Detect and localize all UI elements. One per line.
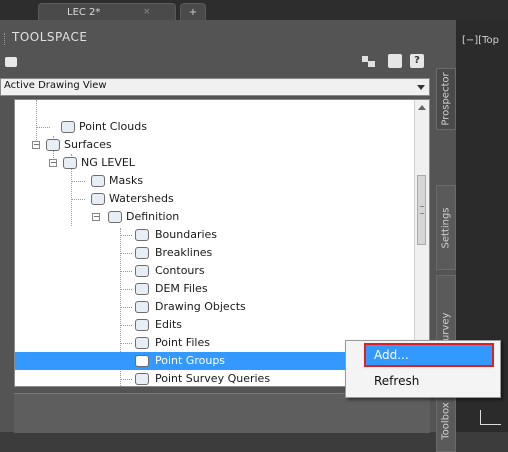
tree-item-dem-files[interactable]: DEM Files (15, 280, 425, 298)
item-view-icon[interactable] (362, 54, 376, 68)
breaklines-icon (135, 247, 149, 259)
tree-item-label: Masks (109, 174, 144, 187)
tree-item-label: Point Files (155, 336, 210, 349)
tree-item-definition[interactable]: − Definition (15, 208, 425, 226)
tree-item-label: Point Survey Queries (155, 372, 271, 385)
point-cloud-icon (61, 121, 75, 133)
tree-item-label: Watersheds (109, 192, 174, 205)
watersheds-icon (91, 193, 105, 205)
drawing-objects-icon (135, 301, 149, 313)
tree-item-surfaces[interactable]: − Surfaces (15, 136, 425, 154)
tab-label: Prospector (440, 72, 452, 126)
document-tab-label: LEC 2* (67, 7, 101, 18)
tree-item-label: Drawing Objects (155, 300, 246, 313)
scrollbar-thumb[interactable] (417, 175, 426, 245)
tree-item-watersheds[interactable]: Watersheds (15, 190, 425, 208)
context-menu: Add... Refresh (345, 340, 501, 398)
surface-icon (63, 157, 77, 169)
view-selector-value: Active Drawing View (4, 80, 107, 91)
chevron-down-icon[interactable] (417, 85, 425, 90)
tab-settings[interactable]: Settings (436, 185, 456, 270)
collapse-icon[interactable]: − (49, 159, 57, 167)
tree-item-ng-level[interactable]: − NG LEVEL (15, 154, 425, 172)
tree-item-label: Point Groups (155, 354, 226, 367)
menu-item-refresh[interactable]: Refresh (366, 371, 492, 391)
tree-item-label: Breaklines (155, 246, 213, 259)
collapse-icon[interactable]: − (32, 141, 40, 149)
tree-item-label: Surfaces (64, 138, 112, 151)
edits-icon (135, 319, 149, 331)
tree-item-label: Contours (155, 264, 205, 277)
boundaries-icon (135, 229, 149, 241)
dem-files-icon (135, 283, 149, 295)
view-selector-dropdown[interactable]: Active Drawing View (0, 78, 430, 96)
document-tab[interactable]: LEC 2* × (38, 3, 176, 20)
ucs-icon (480, 410, 501, 425)
tree-item-label: DEM Files (155, 282, 208, 295)
tree-item-contours[interactable]: Contours (15, 262, 425, 280)
surfaces-icon (46, 139, 60, 151)
tree-item-label: Point Clouds (79, 120, 147, 133)
tree-item-label: NG LEVEL (81, 156, 135, 169)
tab-prospector[interactable]: Prospector (436, 68, 456, 130)
tree-item-breaklines[interactable]: Breaklines (15, 244, 425, 262)
tree-item-point-clouds[interactable]: Point Clouds (15, 118, 425, 136)
menu-item-add[interactable]: Add... (364, 343, 494, 367)
toolspace-title: TOOLSPACE (12, 30, 88, 44)
masks-icon (91, 175, 105, 187)
tree-item-label: Edits (155, 318, 183, 331)
point-groups-icon (135, 355, 149, 367)
definition-icon (108, 211, 122, 223)
scroll-up-icon[interactable] (418, 105, 426, 110)
point-survey-queries-icon (135, 373, 149, 385)
document-tab-bar: LEC 2* × + (0, 0, 508, 20)
new-tab-button[interactable]: + (180, 3, 206, 20)
item-view-panel (14, 393, 430, 433)
drag-grip-icon[interactable] (4, 33, 8, 45)
tree-item-boundaries[interactable]: Boundaries (15, 226, 425, 244)
toolspace-toggle-icon[interactable] (5, 57, 17, 67)
tree-item-edits[interactable]: Edits (15, 316, 425, 334)
tree-item-label: Boundaries (155, 228, 218, 241)
scroll-grip-icon (420, 206, 424, 214)
help-icon[interactable]: ? (410, 54, 424, 68)
point-files-icon (135, 337, 149, 349)
collapse-icon[interactable]: − (92, 213, 100, 221)
tree-item-drawing-objects[interactable]: Drawing Objects (15, 298, 425, 316)
tab-label: Settings (440, 206, 452, 249)
tab-label: Toolbox (440, 402, 452, 440)
contours-icon (135, 265, 149, 277)
panel-toggle-icon[interactable] (388, 54, 402, 68)
toolspace-toolbar: ? (0, 52, 430, 72)
close-tab-icon[interactable]: × (143, 4, 151, 21)
viewport-controls-label[interactable]: [−][Top (462, 35, 499, 46)
tree-item-label: Definition (126, 210, 180, 223)
tab-toolbox[interactable]: Toolbox (436, 390, 456, 452)
tree-item-masks[interactable]: Masks (15, 172, 425, 190)
